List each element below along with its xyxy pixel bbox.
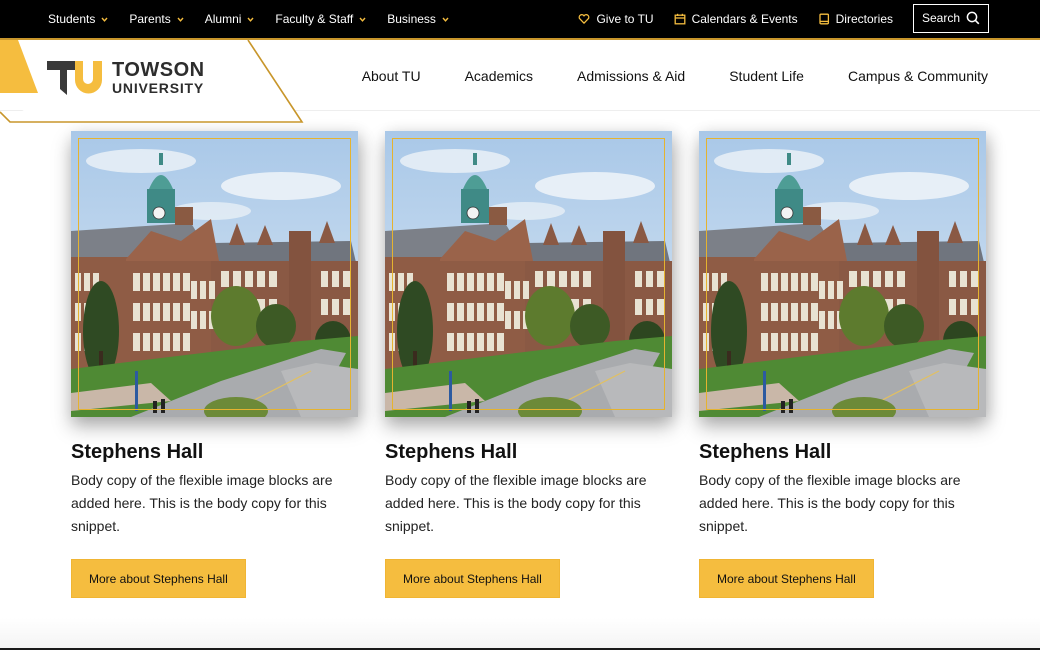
audience-nav: Students Parents Alumni Faculty & Staff … <box>48 0 470 38</box>
audience-link-alumni[interactable]: Alumni <box>205 12 255 26</box>
footer-fade <box>0 618 1040 648</box>
calendars-events-label: Calendars & Events <box>691 12 798 26</box>
card-image <box>385 131 672 417</box>
search-button[interactable]: Search <box>913 3 989 33</box>
calendars-events-link[interactable]: Calendars & Events <box>674 12 798 26</box>
main-nav: About TU Academics Admissions & Aid Stud… <box>362 40 988 112</box>
chevron-down-icon <box>359 16 366 23</box>
audience-link-label: Alumni <box>204 12 242 26</box>
quick-links: Give to TU Calendars & Events Directorie… <box>578 0 1040 38</box>
image-block-card: Stephens Hall Body copy of the flexible … <box>699 131 986 598</box>
calendar-icon <box>674 13 686 25</box>
logo-wordmark: TOWSON UNIVERSITY <box>112 60 205 95</box>
main-nav-campus-community[interactable]: Campus & Community <box>848 68 988 84</box>
main-nav-student-life[interactable]: Student Life <box>729 68 804 84</box>
book-icon <box>818 13 830 25</box>
towson-logo[interactable]: TOWSON UNIVERSITY <box>46 60 205 95</box>
main-nav-academics[interactable]: Academics <box>465 68 533 84</box>
audience-link-label: Faculty & Staff <box>275 12 354 26</box>
building-photo <box>385 131 672 417</box>
chevron-down-icon <box>247 16 254 23</box>
main-nav-admissions-aid[interactable]: Admissions & Aid <box>577 68 685 84</box>
heart-icon <box>578 13 590 25</box>
search-label: Search <box>921 11 961 25</box>
main-nav-about-tu[interactable]: About TU <box>362 68 421 84</box>
card-image <box>699 131 986 417</box>
card-image <box>71 131 358 417</box>
building-photo <box>71 131 358 417</box>
logo-line-2: UNIVERSITY <box>112 80 205 96</box>
audience-link-parents[interactable]: Parents <box>129 12 184 26</box>
give-to-tu-label: Give to TU <box>596 12 654 26</box>
card-title: Stephens Hall <box>699 441 832 463</box>
image-block-card: Stephens Hall Body copy of the flexible … <box>385 131 672 598</box>
card-body: Body copy of the flexible image blocks a… <box>385 472 647 534</box>
image-block-card: Stephens Hall Body copy of the flexible … <box>71 131 358 598</box>
directories-link[interactable]: Directories <box>818 12 893 26</box>
card-title: Stephens Hall <box>71 441 204 463</box>
audience-link-label: Parents <box>129 12 171 26</box>
audience-link-label: Business <box>387 12 436 26</box>
chevron-down-icon <box>101 16 108 23</box>
give-to-tu-link[interactable]: Give to TU <box>578 12 654 26</box>
building-photo <box>699 131 986 417</box>
utility-bar: Students Parents Alumni Faculty & Staff … <box>0 0 1040 40</box>
more-about-button[interactable]: More about Stephens Hall <box>71 559 246 598</box>
chevron-down-icon <box>177 16 184 23</box>
chevron-down-icon <box>442 16 449 23</box>
image-blocks: Stephens Hall Body copy of the flexible … <box>71 131 1013 598</box>
audience-link-faculty-staff[interactable]: Faculty & Staff <box>275 12 366 26</box>
card-title: Stephens Hall <box>385 441 518 463</box>
tu-logo-mark-icon <box>46 60 104 95</box>
search-icon <box>966 11 980 25</box>
audience-link-label: Students <box>48 12 96 26</box>
audience-link-students[interactable]: Students <box>48 12 108 26</box>
card-body: Body copy of the flexible image blocks a… <box>699 472 961 534</box>
more-about-button[interactable]: More about Stephens Hall <box>385 559 560 598</box>
logo-line-1: TOWSON <box>112 59 205 81</box>
directories-label: Directories <box>835 12 893 26</box>
card-body: Body copy of the flexible image blocks a… <box>71 472 333 534</box>
more-about-button[interactable]: More about Stephens Hall <box>699 559 874 598</box>
audience-link-business[interactable]: Business <box>387 12 449 26</box>
